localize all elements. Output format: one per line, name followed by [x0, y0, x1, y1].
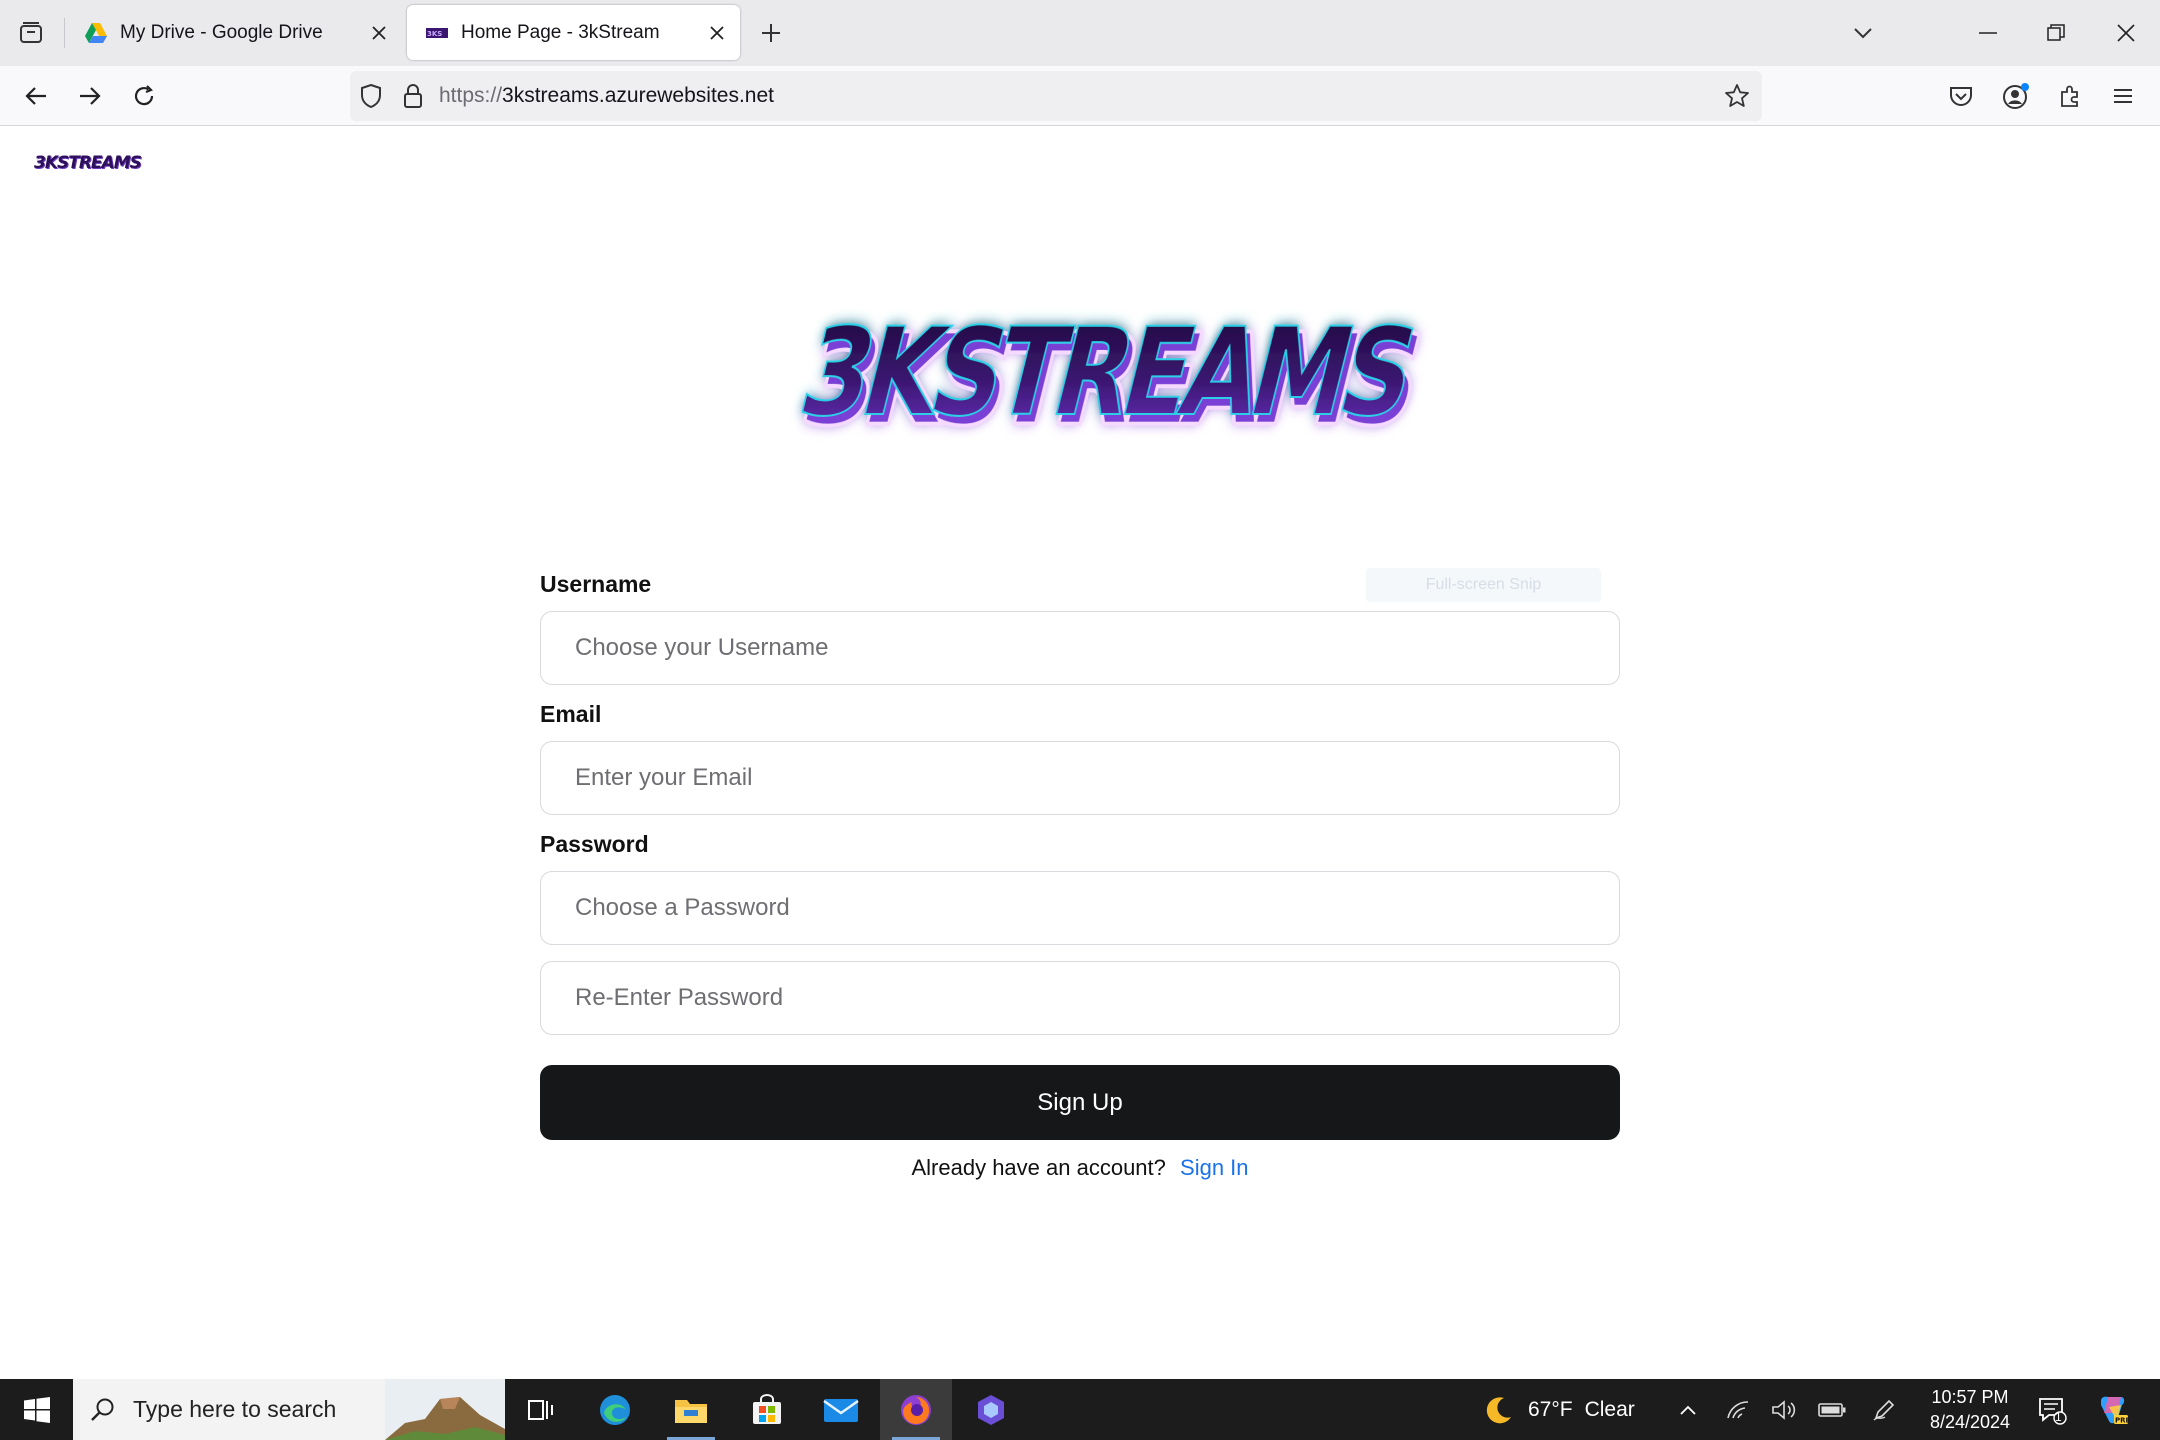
tab-3kstream[interactable]: 3KS Home Page - 3kStream	[407, 5, 740, 60]
signin-prompt: Already have an account?	[911, 1155, 1166, 1180]
weather-temp: 67°F	[1528, 1397, 1573, 1421]
reload-icon[interactable]	[124, 76, 164, 116]
browser-tab-bar: My Drive - Google Drive 3KS Home Page - …	[0, 0, 2160, 66]
reenter-password-input[interactable]	[540, 961, 1620, 1035]
screen: My Drive - Google Drive 3KS Home Page - …	[0, 0, 2160, 1440]
account-icon[interactable]	[1996, 76, 2036, 116]
google-drive-icon	[84, 21, 108, 45]
password-label: Password	[540, 831, 649, 857]
tab-title: Home Page - 3kStream	[461, 21, 660, 43]
clock-time: 10:57 PM	[1931, 1387, 2009, 1407]
email-input[interactable]	[540, 741, 1620, 815]
username-input[interactable]	[540, 611, 1620, 685]
signup-button[interactable]: Sign Up	[540, 1065, 1620, 1140]
pocket-icon[interactable]	[1941, 76, 1981, 116]
url-text[interactable]: https://3kstreams.azurewebsites.net	[439, 84, 774, 108]
notification-count: 1	[2055, 1410, 2062, 1424]
volume-icon[interactable]	[1758, 1379, 1810, 1440]
task-view-icon[interactable]	[505, 1379, 577, 1440]
battery-icon[interactable]	[1806, 1379, 1858, 1440]
site-logo-small[interactable]: 3KSTREAMS	[34, 153, 142, 173]
windows-taskbar: Type here to search 67°F Clear 10:57 PM …	[0, 1379, 2160, 1440]
password-input[interactable]	[540, 871, 1620, 945]
3kstreams-favicon: 3KS	[425, 21, 449, 45]
back-arrow-icon[interactable]	[16, 76, 56, 116]
close-tab-icon[interactable]	[700, 16, 734, 50]
signup-form: Username Email Password Sign Up	[540, 567, 1620, 1140]
notification-center-icon[interactable]: 1	[2026, 1379, 2078, 1440]
taskbar-clock[interactable]: 10:57 PM 8/24/2024	[1910, 1385, 2030, 1435]
search-placeholder: Type here to search	[133, 1396, 337, 1422]
wifi-icon[interactable]	[1712, 1379, 1764, 1440]
mail-icon[interactable]	[805, 1379, 877, 1440]
forward-arrow-icon[interactable]	[70, 76, 110, 116]
signin-row: Already have an account? Sign In	[540, 1155, 1620, 1181]
lock-icon[interactable]	[396, 79, 430, 113]
browser-nav-bar: https://3kstreams.azurewebsites.net	[0, 66, 2160, 126]
chevron-up-icon[interactable]	[1662, 1379, 1714, 1440]
page-content: 3KSTREAMS 3KSTREAMS 3KSTREAMS Full-scree…	[0, 127, 2160, 1379]
search-highlight-illustration	[385, 1379, 505, 1440]
tab-separator	[64, 18, 65, 48]
menu-hamburger-icon[interactable]	[2103, 76, 2143, 116]
moon-icon	[1484, 1395, 1514, 1425]
windows-start-icon[interactable]	[0, 1379, 73, 1440]
signin-link[interactable]: Sign In	[1180, 1155, 1249, 1180]
edge-browser-icon[interactable]	[579, 1379, 651, 1440]
site-logo-large: 3KSTREAMS 3KSTREAMS	[787, 301, 1432, 447]
microsoft-store-icon[interactable]	[731, 1379, 803, 1440]
taskbar-search-box[interactable]: Type here to search	[73, 1379, 505, 1440]
tab-google-drive[interactable]: My Drive - Google Drive	[66, 5, 402, 60]
clock-date: 8/24/2024	[1929, 1412, 2011, 1432]
email-label: Email	[540, 701, 602, 727]
close-window-icon[interactable]	[2103, 12, 2149, 54]
tab-list-icon[interactable]	[12, 14, 50, 52]
search-icon	[73, 1397, 133, 1423]
tab-title: My Drive - Google Drive	[120, 21, 323, 43]
copilot-pre-icon[interactable]: PRE	[2086, 1379, 2138, 1440]
url-bar[interactable]: https://3kstreams.azurewebsites.net	[350, 71, 1762, 121]
logo-text: 3KSTREAMS	[788, 302, 1425, 443]
restore-icon[interactable]	[2033, 12, 2079, 54]
username-label: Username	[540, 571, 652, 597]
extensions-icon[interactable]	[2050, 76, 2090, 116]
minimize-icon[interactable]	[1965, 12, 2011, 54]
pen-icon[interactable]	[1858, 1379, 1910, 1440]
shield-icon[interactable]	[354, 79, 388, 113]
new-tab-icon[interactable]	[752, 14, 790, 52]
weather-condition: Clear	[1584, 1397, 1635, 1421]
svg-text:3KS: 3KS	[427, 30, 442, 38]
bookmark-star-icon[interactable]	[1720, 79, 1754, 113]
close-tab-icon[interactable]	[362, 16, 396, 50]
copilot-app-icon[interactable]	[955, 1379, 1027, 1440]
file-explorer-icon[interactable]	[655, 1379, 727, 1440]
chevron-down-icon[interactable]	[1840, 12, 1886, 54]
weather-widget[interactable]: 67°F Clear	[1484, 1379, 1635, 1440]
firefox-icon[interactable]	[880, 1379, 952, 1440]
svg-text:PRE: PRE	[2115, 1416, 2129, 1424]
